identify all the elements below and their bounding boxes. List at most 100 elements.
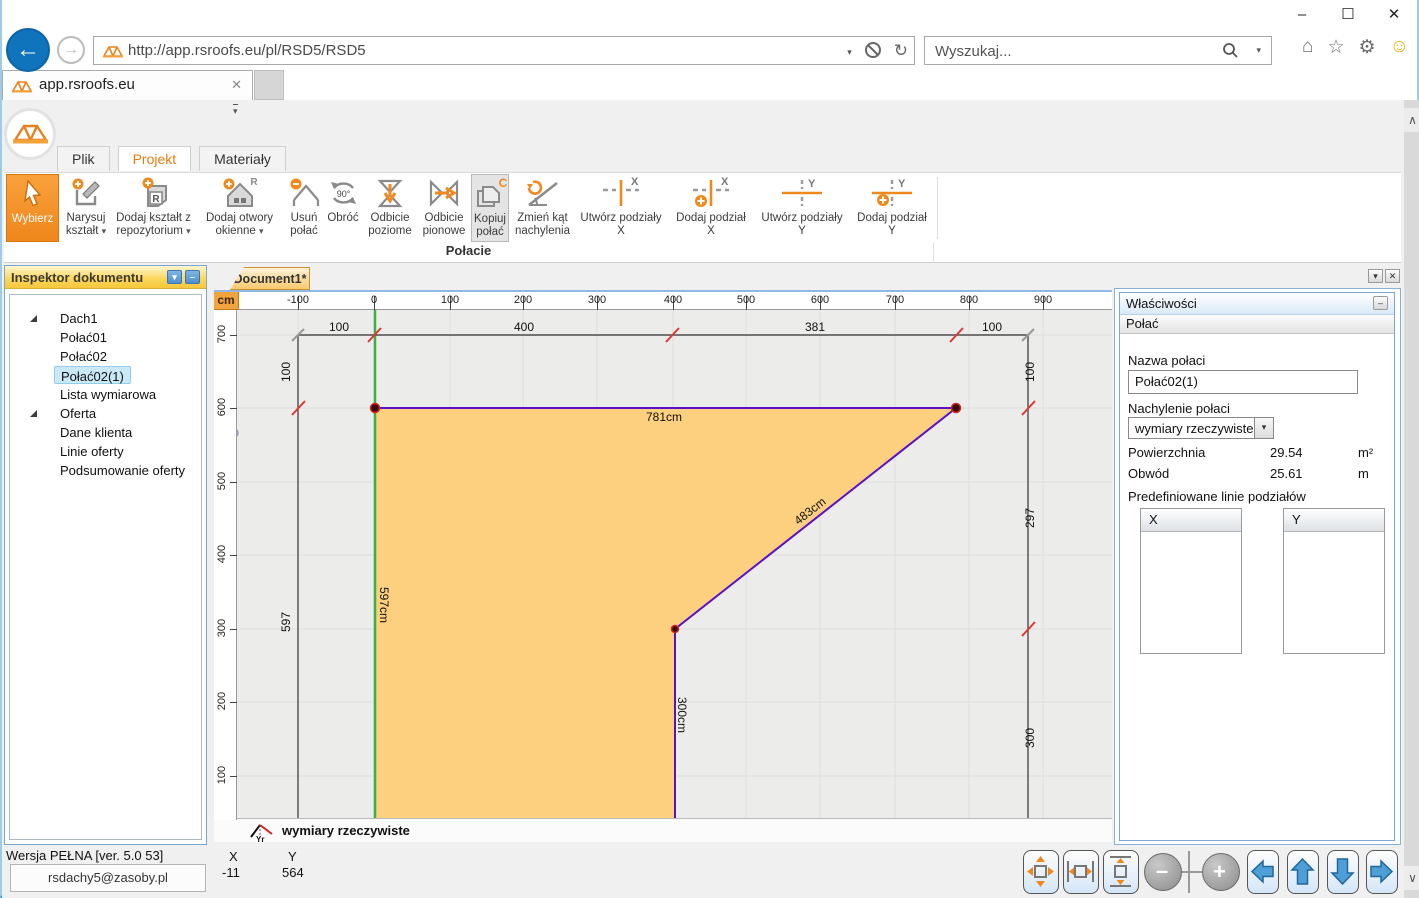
draw-shape-icon (61, 176, 111, 212)
add-division-y-button[interactable]: Y Dodaj podział Y (850, 174, 934, 242)
feedback-smiley-icon[interactable]: ☺ (1390, 36, 1409, 59)
tree-item-polac02-1[interactable]: Połać02(1) (10, 366, 201, 385)
forward-button[interactable]: → (57, 36, 85, 64)
tab-projekt[interactable]: Projekt (118, 146, 192, 171)
tree-item-dane-klienta[interactable]: Dane klienta (10, 423, 201, 442)
tab-materialy[interactable]: Materiały (199, 146, 286, 171)
pan-left-button[interactable] (1247, 850, 1279, 894)
predefined-divisions-label: Predefiniowane linie podziałów (1128, 489, 1306, 504)
fit-all-button[interactable] (1023, 850, 1059, 894)
settings-gear-icon[interactable]: ⚙ (1359, 36, 1376, 59)
select-button[interactable]: Wybierz (6, 174, 59, 242)
mirror-vertical-button[interactable]: Odbicie pionowe (419, 174, 469, 242)
address-dropdown-icon[interactable]: ▾ (847, 41, 852, 63)
search-icon[interactable] (1222, 42, 1239, 59)
ruler-x-label: 600 (811, 294, 829, 306)
search-dropdown-icon[interactable]: ▾ (1256, 45, 1261, 56)
tree-item-linie-oferty[interactable]: Linie oferty (10, 442, 201, 461)
mirror-horizontal-button[interactable]: Odbicie poziome (363, 174, 417, 242)
tree-item-polac01[interactable]: Połać01 (10, 328, 201, 347)
tab-plik[interactable]: Plik (57, 146, 110, 171)
scroll-up-icon[interactable]: ∧ (1404, 108, 1419, 132)
favorites-star-icon[interactable]: ☆ (1328, 36, 1345, 59)
refresh-icon[interactable]: ↻ (894, 41, 908, 63)
draw-shape-button[interactable]: Narysuj kształt ▾ (61, 174, 111, 242)
fit-height-button[interactable] (1103, 850, 1139, 894)
version-label: Wersja PEŁNA [ver. 5.0 53] (6, 848, 163, 863)
home-icon[interactable]: ⌂ (1302, 36, 1313, 59)
inspector-header[interactable]: – ▾ Inspektor dokumentu (5, 266, 206, 289)
scroll-down-icon[interactable]: ∨ (1404, 866, 1419, 890)
fit-all-icon (1024, 851, 1057, 892)
fit-width-button[interactable] (1063, 850, 1099, 894)
delete-slope-button[interactable]: Usuń połać (285, 174, 323, 242)
new-tab-stub[interactable] (254, 70, 284, 100)
dropdown-arrow-icon: ▾ (259, 226, 264, 236)
browser-tab[interactable]: app.rsroofs.eu ✕ (2, 70, 253, 100)
drawing-canvas-area[interactable]: -100 0 100 200 300 400 500 600 700 800 9… (214, 290, 1112, 818)
address-bar[interactable]: http://app.rsroofs.eu/pl/RSD5/RSD5 ▾ ↻ (93, 36, 915, 65)
roof-slope-polygon[interactable] (375, 408, 956, 820)
browser-action-icons: ⌂ ☆ ⚙ ☺ (1302, 36, 1409, 59)
tree-item-dach1[interactable]: Dach1 (10, 309, 201, 328)
vertical-ruler[interactable]: 700 600 500 400 300 200 100 (214, 310, 237, 820)
zoom-out-button[interactable]: – (1144, 853, 1182, 891)
svg-text:X: X (721, 176, 729, 188)
svg-text:Yr: Yr (256, 835, 264, 842)
pan-down-button[interactable] (1327, 850, 1359, 894)
app-logo[interactable] (4, 108, 56, 160)
tree-item-podsumowanie-oferty[interactable]: Podsumowanie oferty (10, 461, 201, 480)
horizontal-ruler[interactable]: -100 0 100 200 300 400 500 600 700 800 9… (214, 292, 1112, 310)
add-division-x-button[interactable]: X Dodaj podział X (668, 174, 754, 242)
page-scrollbar[interactable]: ∧ ∨ (1404, 100, 1419, 898)
window-close-button[interactable]: ✕ (1371, 0, 1417, 30)
tree-item-lista-wymiarowa[interactable]: Lista wymiarowa (10, 385, 201, 404)
search-placeholder: Wyszukaj... (935, 43, 1012, 60)
tree-item-oferta[interactable]: Oferta (10, 404, 201, 423)
rotate-button[interactable]: 90° Obróć (325, 174, 361, 242)
chevron-down-icon[interactable]: ▾ (1254, 418, 1273, 438)
ribbon-group-label: Połacie (4, 243, 934, 263)
back-button[interactable]: ← (6, 28, 50, 72)
copy-slope-button[interactable]: C Kopiuj połać (471, 174, 509, 242)
expander-icon[interactable] (30, 315, 37, 322)
tree-item-polac02[interactable]: Połać02 (10, 347, 201, 366)
document-tab[interactable]: Document1* (230, 267, 310, 290)
create-divisions-y-button[interactable]: Y Utwórz podziały Y (756, 174, 848, 242)
properties-header[interactable]: – Właściwości (1120, 293, 1394, 315)
document-inspector-panel: – ▾ Inspektor dokumentu Dach1 Połać01 Po… (4, 265, 207, 845)
search-box[interactable]: Wyszukaj... ▾ (924, 36, 1272, 65)
window-maximize-button[interactable]: ☐ (1325, 0, 1371, 30)
cursor-arrow-icon (7, 177, 58, 213)
svg-text:Y: Y (808, 178, 816, 190)
expander-icon[interactable] (30, 410, 37, 417)
pan-up-button[interactable] (1287, 850, 1319, 894)
divisions-x-list[interactable]: X (1140, 508, 1242, 654)
change-slope-angle-button[interactable]: Zmień kąt nachylenia (511, 174, 574, 242)
inspector-minimize-icon[interactable]: – (185, 270, 200, 284)
add-window-openings-button[interactable]: R Dodaj otwory okienne ▾ (196, 174, 283, 242)
add-division-x-icon: X (668, 176, 754, 212)
quick-access-dropdown-icon[interactable]: ▾ (233, 104, 238, 117)
fit-width-icon (1064, 851, 1097, 892)
document-list-dropdown-icon[interactable]: ▾ (1368, 269, 1383, 283)
create-divisions-x-button[interactable]: X Utwórz podziały X (576, 174, 666, 242)
properties-minimize-icon[interactable]: – (1373, 296, 1388, 310)
pan-right-button[interactable] (1366, 850, 1398, 894)
zoom-in-button[interactable]: + (1202, 853, 1240, 891)
tab-close-icon[interactable]: ✕ (231, 77, 242, 93)
repository-shape-icon: R (113, 176, 194, 212)
minus-icon: – (1156, 858, 1168, 884)
slope-name-input[interactable]: Połać02(1) (1128, 370, 1358, 394)
window-minimize-button[interactable]: – (1279, 0, 1325, 30)
inspector-collapse-icon[interactable]: ▾ (167, 270, 182, 284)
document-close-icon[interactable]: ✕ (1385, 269, 1400, 283)
slope-angle-dropdown[interactable]: wymiary rzeczywiste ▾ (1128, 417, 1274, 439)
divisions-y-list[interactable]: Y (1283, 508, 1385, 654)
ruler-y-label: 300 (216, 613, 228, 643)
forward-icon: → (63, 41, 79, 58)
stop-icon[interactable] (864, 41, 882, 59)
drawing-canvas[interactable] (214, 292, 1112, 820)
add-shape-from-repository-button[interactable]: R Dodaj kształt z repozytorium ▾ (113, 174, 194, 242)
svg-text:C: C (499, 177, 508, 190)
